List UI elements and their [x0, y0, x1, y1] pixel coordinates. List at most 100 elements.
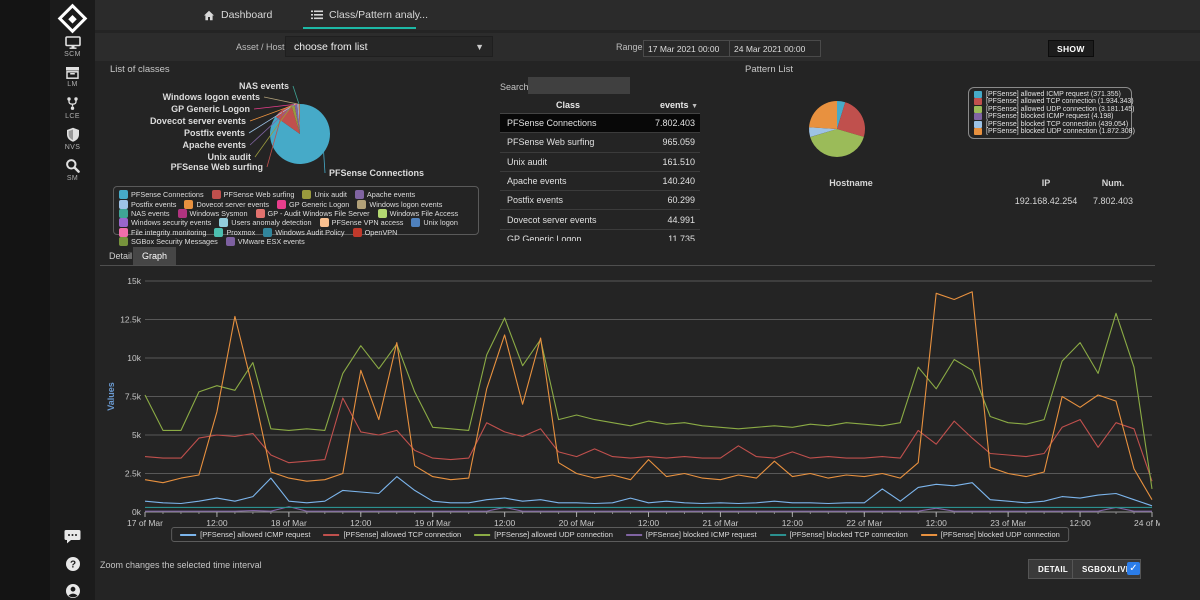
legend-item-apache-events[interactable]: Apache events [355, 190, 415, 199]
show-button[interactable]: SHOW [1048, 40, 1094, 57]
legend-item-windows-logon-events[interactable]: Windows logon events [357, 199, 442, 208]
column-class[interactable]: Class [500, 100, 636, 110]
legend-swatch [178, 209, 187, 218]
classes-table-body: PFSense Connections7.802.403PFSense Web … [500, 114, 700, 241]
legend-item-gp-generic-logon[interactable]: GP Generic Logon [277, 199, 349, 208]
legend-item-dovecot-server-events[interactable]: Dovecot server events [184, 199, 269, 208]
search-input[interactable] [528, 77, 630, 94]
nav-tab-class-pattern-label: Class/Pattern analy... [329, 9, 428, 21]
column-events[interactable]: events ▼ [636, 100, 700, 110]
pattern-legend-item-pfsense-blocked-icmp-request[interactable]: [PFSense] blocked ICMP request (4.198) [974, 113, 1126, 120]
table-row-pfsense-web-surfing[interactable]: PFSense Web surfing965.059 [500, 133, 700, 152]
legend-item-openvpn[interactable]: OpenVPN [353, 228, 398, 237]
x-tick-label: 24 of Mar [1134, 518, 1160, 528]
legend-item-windows-security-events[interactable]: Windows security events [119, 218, 211, 227]
sidebar-item-lce[interactable]: LCE [50, 96, 95, 120]
legend-item-pfsense-web-surfing[interactable]: PFSense Web surfing [212, 190, 295, 199]
callout-label-dovecot-server-events: Dovecot server events [150, 116, 246, 126]
table-row-unix-audit[interactable]: Unix audit161.510 [500, 153, 700, 172]
timeseries-legend-item-pfsense-allowed-tcp-connection[interactable]: [PFSense] allowed TCP connection [323, 530, 461, 539]
legend-item-unix-audit[interactable]: Unix audit [302, 190, 346, 199]
account-button[interactable] [50, 583, 95, 600]
cell-events: 7.802.403 [629, 118, 700, 128]
series-pfsense-allowed-tcp-connection[interactable] [145, 398, 1152, 481]
timeseries-legend-item-pfsense-allowed-udp-connection[interactable]: [PFSense] allowed UDP connection [474, 530, 613, 539]
table-row-postfix-events[interactable]: Postfix events60.299 [500, 191, 700, 210]
chat-button[interactable] [50, 529, 95, 549]
table-row-apache-events[interactable]: Apache events140.240 [500, 172, 700, 191]
timeseries-legend-item-pfsense-blocked-udp-connection[interactable]: [PFSense] blocked UDP connection [921, 530, 1060, 539]
callout-line-windows-logon-events [264, 97, 298, 104]
asset-host-dropdown[interactable]: choose from list ▼ [285, 36, 493, 57]
table-row-dovecot-server-events[interactable]: Dovecot server events44.991 [500, 210, 700, 229]
nav-tab-dashboard[interactable]: Dashboard [203, 0, 272, 30]
legend-item-file-integrity-monitoring[interactable]: File integrity monitoring [119, 228, 206, 237]
ip-header: IP [1042, 178, 1051, 188]
pattern-legend-item-pfsense-blocked-udp-connection[interactable]: [PFSense] blocked UDP connection (1.872.… [974, 128, 1126, 135]
pattern-legend-item-pfsense-allowed-udp-connection[interactable]: [PFSense] allowed UDP connection (3.181.… [974, 106, 1126, 113]
range-to-input[interactable] [729, 40, 821, 57]
cell-class: Unix audit [500, 157, 629, 167]
sgbox-logo-icon[interactable] [50, 4, 95, 32]
series-pfsense-allowed-icmp-request[interactable] [145, 477, 1152, 506]
range-from-input[interactable] [643, 40, 731, 57]
legend-label: PFSense VPN access [332, 218, 404, 227]
callout-label-apache-events: Apache events [182, 140, 246, 150]
table-row-pfsense-connections[interactable]: PFSense Connections7.802.403 [500, 114, 700, 133]
sidebar-label-lm: LM [50, 81, 95, 88]
timeseries-chart[interactable]: 0k2.5k5k7.5k10k12.5k15kValues17 of Mar12… [100, 270, 1160, 538]
pattern-legend-item-pfsense-allowed-icmp-request[interactable]: [PFSense] allowed ICMP request (371.355) [974, 91, 1126, 98]
branch-icon [65, 96, 80, 111]
legend-swatch [119, 209, 128, 218]
legend-item-gp-audit-windows-file-server[interactable]: GP - Audit Windows File Server [256, 209, 370, 218]
tab-graph[interactable]: Graph [133, 247, 176, 265]
legend-item-pfsense-connections[interactable]: PFSense Connections [119, 190, 204, 199]
asset-host-value: choose from list [294, 41, 368, 53]
legend-item-pfsense-vpn-access[interactable]: PFSense VPN access [320, 218, 404, 227]
sidebar-item-sm[interactable]: SM [50, 158, 95, 182]
legend-label: [PFSense] blocked ICMP request [646, 530, 757, 539]
timeseries-legend-item-pfsense-blocked-tcp-connection[interactable]: [PFSense] blocked TCP connection [770, 530, 908, 539]
detail-button[interactable]: DETAIL [1028, 559, 1078, 579]
legend-line-swatch [921, 534, 937, 536]
x-tick-label: 12:00 [1069, 518, 1091, 528]
legend-swatch [974, 106, 982, 113]
pattern-legend-item-pfsense-blocked-tcp-connection[interactable]: [PFSense] blocked TCP connection (439.05… [974, 121, 1126, 128]
nav-tab-class-pattern[interactable]: Class/Pattern analy... [311, 0, 428, 30]
legend-item-proxmox[interactable]: Proxmox [214, 228, 255, 237]
account-icon [65, 583, 81, 599]
pattern-pie-chart [806, 98, 868, 160]
legend-item-windows-sysmon[interactable]: Windows Sysmon [178, 209, 248, 218]
legend-item-sgbox-security-messages[interactable]: SGBox Security Messages [119, 237, 218, 246]
list-of-classes-title: List of classes [110, 64, 170, 75]
legend-item-vmware-esx-events[interactable]: VMware ESX events [226, 237, 305, 246]
sidebar-item-scm[interactable]: SCM [50, 36, 95, 58]
legend-item-nas-events[interactable]: NAS events [119, 209, 170, 218]
pie-slice-pfsense-blocked-udp-connection[interactable] [809, 101, 837, 129]
legend-label: Apache events [367, 190, 415, 199]
legend-swatch [119, 228, 128, 237]
help-button[interactable]: ? [50, 556, 95, 577]
legend-line-swatch [474, 534, 490, 536]
timeseries-legend-item-pfsense-allowed-icmp-request[interactable]: [PFSense] allowed ICMP request [180, 530, 310, 539]
search-icon [65, 158, 80, 173]
legend-line-swatch [770, 534, 786, 536]
legend-item-users-anomaly-detection[interactable]: Users anomaly detection [219, 218, 311, 227]
legend-item-unix-logon[interactable]: Unix logon [411, 218, 457, 227]
table-row-gp-generic-logon[interactable]: GP Generic Logon11.735 [500, 230, 700, 241]
legend-item-windows-audit-policy[interactable]: Windows Audit Policy [263, 228, 344, 237]
legend-swatch [357, 200, 366, 209]
sidebar-item-lm[interactable]: LM [50, 66, 95, 88]
timeseries-legend-item-pfsense-blocked-icmp-request[interactable]: [PFSense] blocked ICMP request [626, 530, 757, 539]
series-pfsense-blocked-udp-connection[interactable] [145, 292, 1152, 500]
legend-label: [PFSense] allowed UDP connection [494, 530, 613, 539]
sidebar-label-scm: SCM [50, 51, 95, 58]
logo-diamond-inner [68, 14, 76, 22]
cell-events: 140.240 [629, 176, 700, 186]
sidebar-item-nvs[interactable]: NVS [50, 127, 95, 151]
live-checkbox[interactable]: ✓ [1127, 562, 1140, 575]
legend-item-postfix-events[interactable]: Postfix events [119, 199, 176, 208]
pattern-legend-item-pfsense-allowed-tcp-connection[interactable]: [PFSense] allowed TCP connection (1.934.… [974, 98, 1126, 105]
legend-item-windows-file-access[interactable]: Windows File Access [378, 209, 459, 218]
cell-events: 44.991 [629, 215, 700, 225]
